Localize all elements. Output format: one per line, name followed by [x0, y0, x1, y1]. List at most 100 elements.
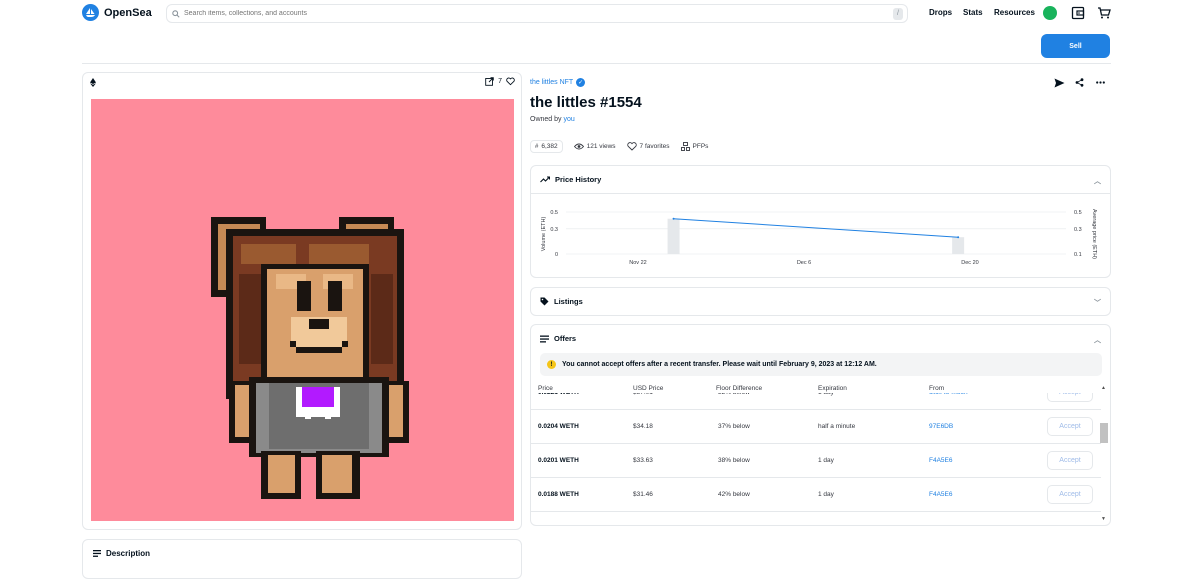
volume-bar [667, 218, 680, 254]
offer-from-link[interactable]: F4A5E6 [929, 457, 953, 464]
offers-table: Price USD Price Floor Difference Expirat… [531, 383, 1101, 525]
average-price-line [673, 218, 959, 238]
hash-icon: # [535, 143, 539, 150]
divider [82, 63, 1111, 64]
favorites-value: 7 favorites [639, 143, 670, 150]
item-image-card: 7 [82, 72, 522, 530]
offer-usd: $34.18 [633, 423, 653, 430]
transfer-notice-text: You cannot accept offers after a recent … [562, 361, 877, 368]
offer-usd: $33.63 [633, 457, 653, 464]
accept-offer-button[interactable]: Accept [1047, 451, 1093, 470]
average-price-point [672, 217, 675, 220]
warning-icon: ! [547, 360, 556, 369]
search-bar[interactable]: / [166, 4, 908, 23]
y-tick-label-right: 0.1 [1074, 252, 1082, 258]
sell-button[interactable]: Sell [1041, 34, 1110, 58]
offers-label: Offers [554, 334, 577, 343]
collection-name[interactable]: the littles NFT [530, 79, 573, 86]
scrollbar-thumb[interactable] [1100, 423, 1108, 443]
scroll-up-arrow-icon[interactable]: ▲ [1101, 385, 1106, 391]
y-tick-label-right: 0.3 [1074, 227, 1082, 233]
offer-from-link[interactable]: 97E6DB [929, 423, 953, 430]
opensea-logo[interactable]: OpenSea [82, 4, 152, 21]
accept-offer-button[interactable]: Accept [1047, 417, 1093, 436]
verified-badge-icon: ✓ [576, 78, 586, 87]
y-tick-label-left: 0.5 [550, 210, 558, 216]
accept-offer-button[interactable]: Accept [1047, 485, 1093, 504]
search-shortcut-hint: / [893, 8, 903, 20]
offer-price: 0.0188 WETH [538, 491, 579, 498]
owner-line: Owned by you [530, 116, 575, 123]
category-stat[interactable]: PFPs [680, 142, 709, 151]
pixel-bear-illustration [211, 217, 409, 499]
views-stat: 121 views [573, 143, 616, 150]
price-history-chart: 00.30.50.10.30.5Volume (ETH) Average pric… [541, 209, 1097, 266]
open-external-icon[interactable] [485, 77, 494, 86]
chevron-up-icon[interactable]: ︿ [1094, 176, 1101, 186]
item-stats: # 6,382 121 views 7 favorites PFPs [530, 140, 719, 153]
owned-by-label: Owned by [530, 116, 562, 123]
chevron-up-icon[interactable]: ︿ [1094, 335, 1101, 345]
heart-outline-icon [626, 142, 637, 151]
nav-stats[interactable]: Stats [963, 8, 983, 17]
column-expiration: Expiration [818, 385, 847, 392]
rank-stat[interactable]: # 6,382 [530, 140, 563, 153]
y-tick-label-right: 0.5 [1074, 210, 1082, 216]
offer-expiration: 1 day [818, 491, 834, 498]
item-title: the littles #1554 [530, 94, 642, 111]
column-usd-price: USD Price [633, 385, 664, 392]
search-icon [172, 9, 180, 18]
ethereum-icon [90, 78, 96, 89]
y-axis-label-left: Volume (ETH) [541, 217, 547, 252]
offer-expiration: 1 day [818, 457, 834, 464]
nav-resources[interactable]: Resources [994, 8, 1035, 17]
nav-drops[interactable]: Drops [929, 8, 952, 17]
more-options-icon[interactable] [1096, 78, 1105, 87]
column-from: From [929, 385, 945, 392]
listings-panel[interactable]: Listings ﹀ [530, 287, 1111, 316]
search-input[interactable] [184, 10, 884, 17]
offer-price: 0.0204 WETH [538, 423, 579, 430]
price-history-header[interactable]: Price History ︿ [531, 166, 1110, 193]
brand-name: OpenSea [104, 6, 152, 19]
offer-price: 0.0201 WETH [538, 457, 579, 464]
y-tick-label-left: 0.3 [550, 227, 558, 233]
chevron-down-icon[interactable]: ﹀ [1094, 298, 1101, 308]
offers-header[interactable]: Offers ︿ [531, 325, 1110, 352]
cart-icon[interactable] [1097, 6, 1111, 20]
avatar[interactable] [1043, 6, 1057, 20]
table-row: 0.0204 WETH $34.18 37% below half a minu… [531, 410, 1101, 444]
opensea-logo-icon [82, 4, 99, 21]
category-value: PFPs [692, 143, 709, 150]
column-floor-difference: Floor Difference [716, 385, 763, 392]
favorite-count: 7 [498, 78, 502, 85]
price-history-body: 0 0.3 0.5 0.1 0.3 0.5 Volume (ETH) Average pric… [531, 193, 1110, 278]
offer-floor-diff: 38% below [718, 457, 750, 464]
price-history-panel: Price History ︿ 0 0.3 0.5 0.1 0.3 0.5 Volume (… [530, 165, 1111, 278]
transfer-notice: ! You cannot accept offers after a recen… [540, 353, 1102, 376]
offer-from-link[interactable]: F4A5E6 [929, 491, 953, 498]
offers-panel: Offers ︿ ! You cannot accept offers afte… [530, 324, 1111, 526]
listings-header[interactable]: Listings ﹀ [531, 288, 1110, 315]
owner-link[interactable]: you [563, 116, 574, 123]
heart-icon[interactable] [506, 77, 515, 86]
trending-icon [540, 176, 550, 183]
offers-scrollbar[interactable]: ▲ ▼ [1100, 385, 1108, 525]
collection-link[interactable]: the littles NFT ✓ [530, 78, 586, 87]
offer-floor-diff: 42% below [718, 491, 750, 498]
x-tick-label: Nov 22 [629, 260, 646, 266]
tag-icon [540, 297, 549, 306]
eye-icon [573, 143, 584, 150]
scroll-down-arrow-icon[interactable]: ▼ [1101, 516, 1106, 522]
offer-floor-diff: 37% below [718, 423, 750, 430]
item-action-bar [1054, 78, 1105, 88]
table-row: 0.0201 WETH $33.63 38% below 1 day F4A5E… [531, 444, 1101, 478]
average-price-point [957, 236, 960, 239]
description-panel[interactable]: Description [82, 539, 522, 579]
share-icon[interactable] [1075, 78, 1084, 87]
nft-image [91, 99, 514, 521]
offers-table-header: Price USD Price Floor Difference Expirat… [531, 383, 1101, 393]
wallet-icon[interactable] [1071, 6, 1085, 20]
send-icon[interactable] [1054, 78, 1065, 88]
category-icon [680, 142, 690, 151]
